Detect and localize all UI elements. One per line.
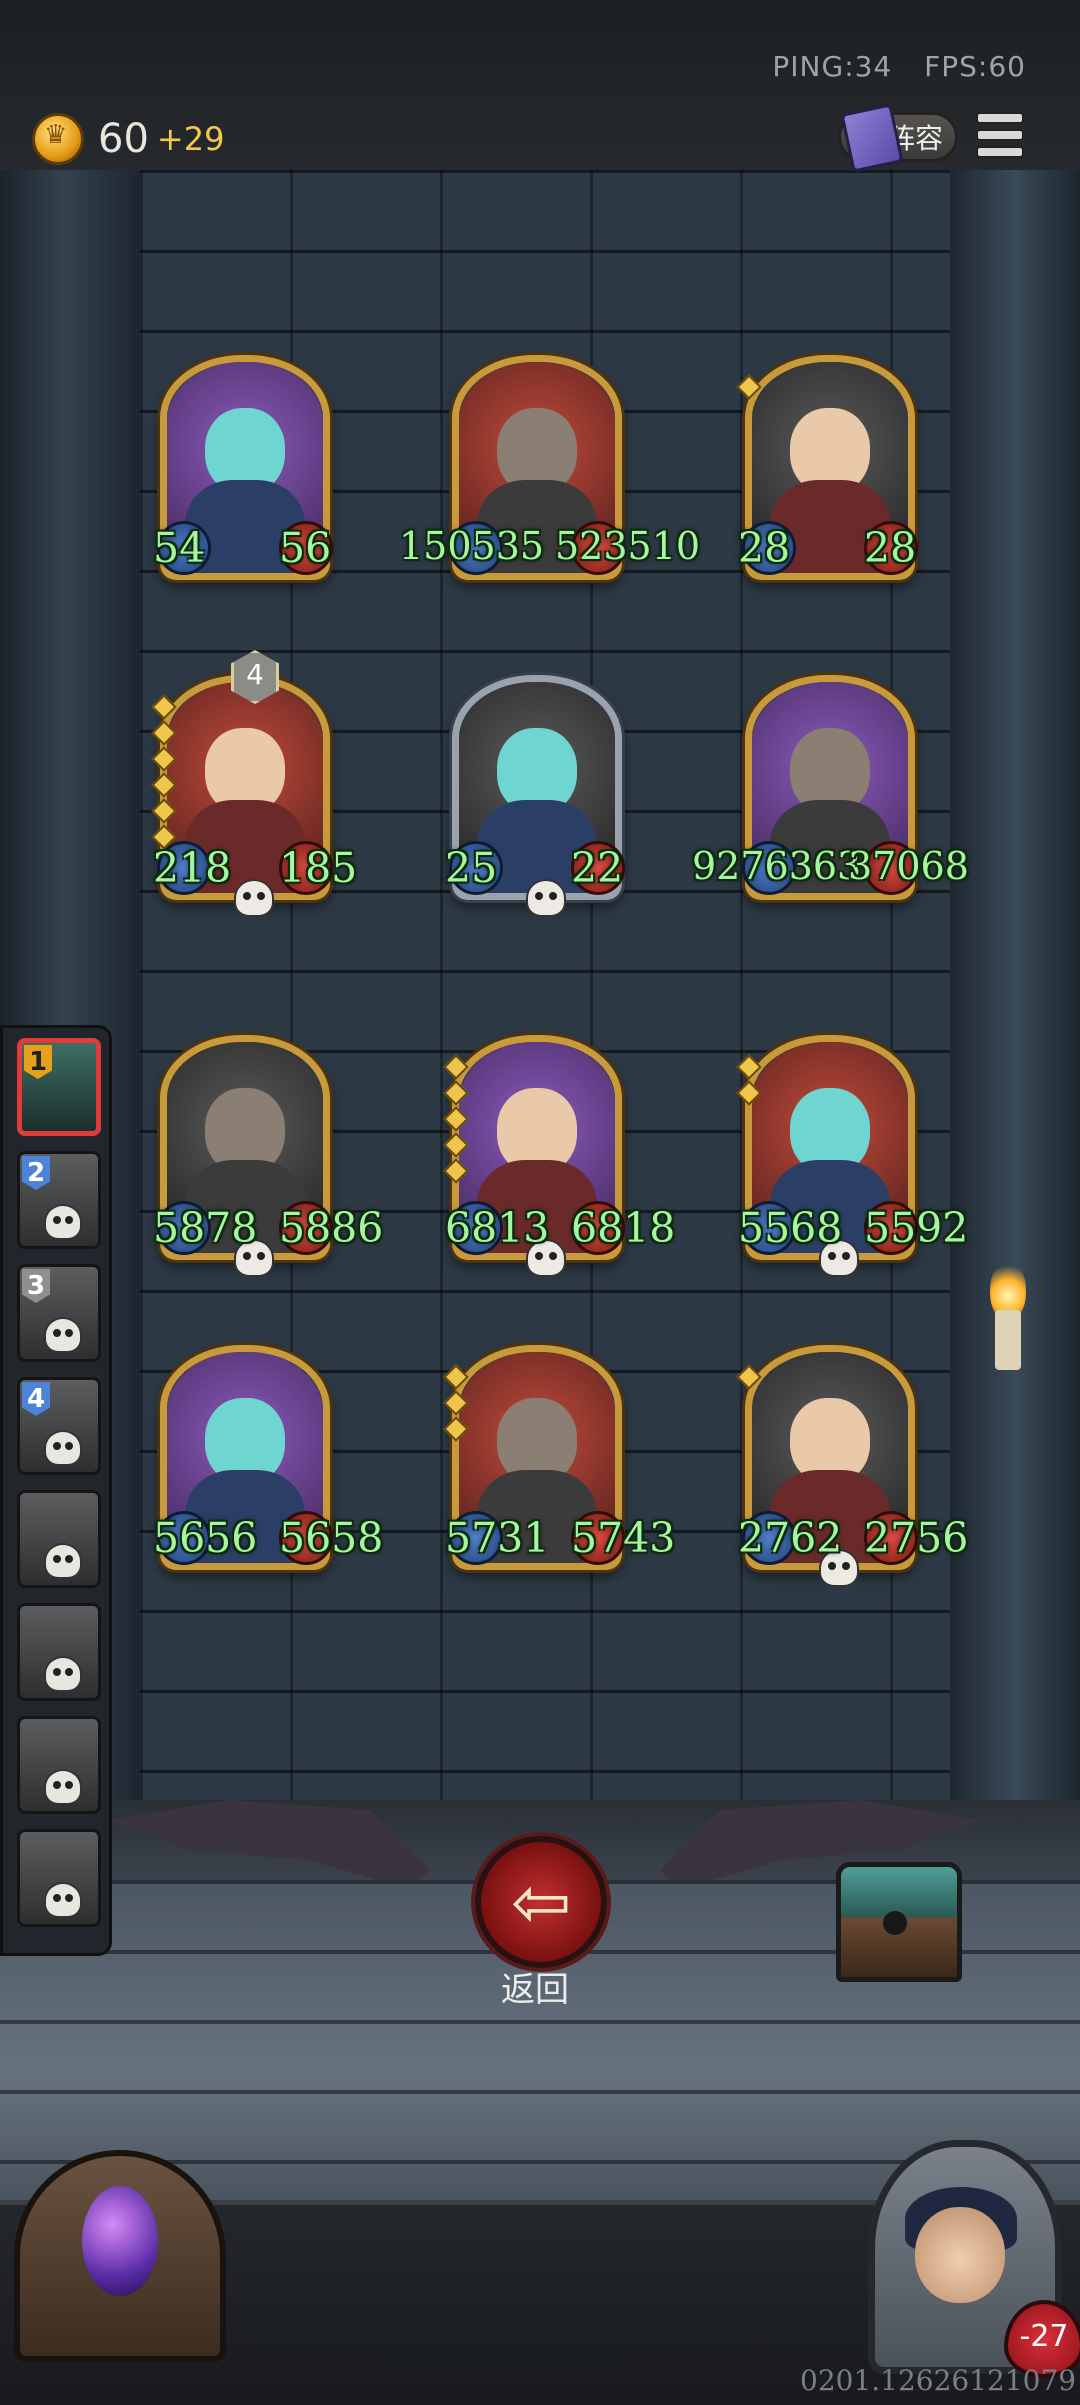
- skull-icon: [44, 1656, 82, 1692]
- skull-icon: [44, 1317, 82, 1353]
- arrow-left-icon: ⇦: [510, 1860, 572, 1944]
- minion-health: 22: [571, 844, 624, 892]
- minion-health: 523510: [555, 524, 701, 568]
- build-id: 0201.12626121079: [800, 2364, 1077, 2397]
- minion-health: 5886: [279, 1204, 384, 1252]
- gold-bonus: +29: [156, 120, 225, 158]
- gold-amount: 60: [98, 116, 149, 162]
- enemy-minion-card[interactable]: 5656 5658: [153, 1345, 383, 1570]
- skull-icon: [44, 1204, 82, 1240]
- roster-slot-5[interactable]: [17, 1490, 101, 1588]
- minion-attack: 5878: [153, 1204, 258, 1252]
- enemy-minion-card[interactable]: 5878 5886: [153, 1035, 383, 1277]
- skull-icon: [44, 1769, 82, 1805]
- enemy-minion-card[interactable]: 150535 523510: [399, 355, 700, 580]
- minion-attack: 54: [153, 524, 206, 572]
- roster-slot-3[interactable]: 3: [17, 1264, 101, 1362]
- roster-slot-7[interactable]: [17, 1716, 101, 1814]
- minion-attack: 5656: [153, 1514, 258, 1562]
- enemy-minion-card[interactable]: 9276363 37068: [692, 675, 969, 900]
- skull-icon: [44, 1543, 82, 1579]
- skull-icon: [44, 1882, 82, 1918]
- gold-counter: 60 +29: [32, 112, 224, 166]
- minion-attack: 5731: [445, 1514, 550, 1562]
- network-stats: PING:34 FPS:60: [750, 50, 1026, 83]
- minion-health: 28: [864, 524, 917, 572]
- rank-pips: [443, 1364, 469, 1442]
- opponent-roster: 1 2 3 4: [0, 1025, 112, 1956]
- minion-health: 37068: [848, 844, 969, 888]
- roster-slot-number: 3: [22, 1269, 50, 1303]
- fps-readout: FPS:60: [924, 50, 1026, 83]
- enemy-minion-card[interactable]: 28 28: [736, 355, 918, 580]
- roster-slot-number: 1: [24, 1045, 52, 1079]
- roster-slot-8[interactable]: [17, 1829, 101, 1927]
- enemy-minion-card[interactable]: 6813 6818: [443, 1035, 675, 1277]
- enemy-minion-card[interactable]: 25 22: [445, 675, 625, 917]
- minion-health: 5658: [279, 1514, 384, 1562]
- rank-pips: [736, 1364, 762, 1390]
- enemy-minion-card[interactable]: 4 218 185: [151, 650, 357, 917]
- portal-shop-button[interactable]: [14, 2150, 226, 2362]
- roster-slot-number: 4: [22, 1382, 50, 1416]
- roster-slot-number: 2: [22, 1156, 50, 1190]
- back-button[interactable]: ⇦: [475, 1836, 607, 1968]
- minion-attack: 5568: [738, 1204, 843, 1252]
- minion-health: 2756: [864, 1514, 969, 1562]
- torch-candle: [995, 1310, 1021, 1370]
- roster-slot-4[interactable]: 4: [17, 1377, 101, 1475]
- hero-face: [915, 2207, 1005, 2303]
- deathrattle-skull-icon: [234, 879, 274, 917]
- minion-attack: 6813: [445, 1204, 550, 1252]
- minion-attack: 218: [153, 844, 232, 892]
- enemy-minion-card[interactable]: 5568 5592: [736, 1035, 968, 1277]
- enemy-minion-card[interactable]: 2762 2756: [736, 1345, 968, 1587]
- roster-slot-6[interactable]: [17, 1603, 101, 1701]
- minion-health: 5743: [571, 1514, 676, 1562]
- gold-coin-icon: [32, 113, 84, 165]
- minion-attack: 150535: [399, 524, 545, 568]
- minion-attack: 2762: [738, 1514, 843, 1562]
- minion-health: 6818: [571, 1204, 676, 1252]
- minion-health: 56: [279, 524, 332, 572]
- treasure-chest-icon[interactable]: [836, 1862, 962, 1982]
- rank-pips: [443, 1054, 469, 1184]
- roster-slot-2[interactable]: 2: [17, 1151, 101, 1249]
- roster-slot-1[interactable]: 1: [17, 1038, 101, 1136]
- minion-health: 5592: [864, 1204, 969, 1252]
- minion-health: 185: [279, 844, 358, 892]
- deathrattle-skull-icon: [526, 879, 566, 917]
- crystal-orb-icon: [82, 2186, 158, 2296]
- minion-attack: 25: [445, 844, 498, 892]
- enemy-minion-card[interactable]: 5731 5743: [443, 1345, 675, 1570]
- enemy-minion-card[interactable]: 54 56: [153, 355, 333, 580]
- minion-attack: 9276363: [692, 844, 862, 888]
- rank-pips: [151, 694, 177, 850]
- rank-pips: [736, 1054, 762, 1106]
- ping-readout: PING:34: [772, 50, 893, 83]
- rank-pips: [736, 374, 762, 400]
- menu-icon[interactable]: [976, 112, 1024, 158]
- skull-icon: [44, 1430, 82, 1466]
- minion-attack: 28: [738, 524, 791, 572]
- back-label: 返回: [501, 1970, 569, 2010]
- right-pillar: [950, 170, 1080, 1920]
